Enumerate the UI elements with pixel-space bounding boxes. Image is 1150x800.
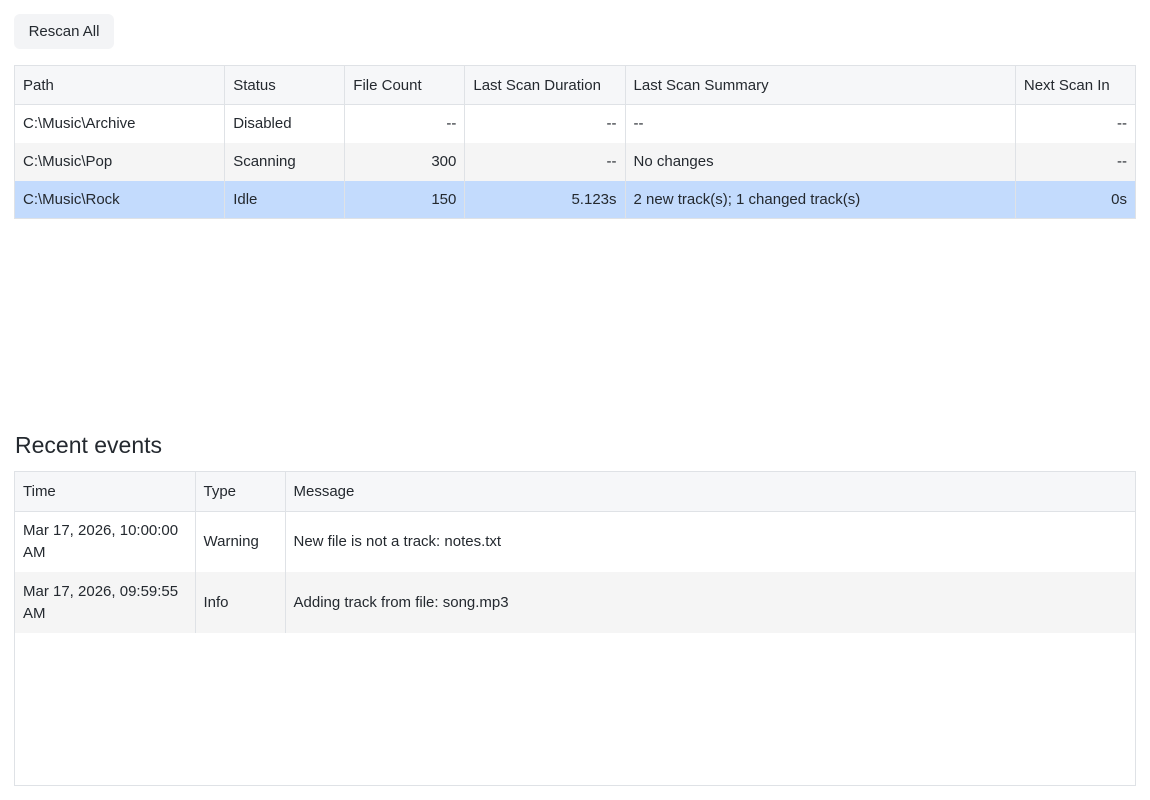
library-last-scan-summary: -- <box>624 104 1016 143</box>
column-header-path[interactable]: Path <box>14 65 225 105</box>
library-last-scan-summary: No changes <box>624 142 1016 181</box>
event-message: Adding track from file: song.mp3 <box>284 572 1135 633</box>
column-header-type[interactable]: Type <box>194 472 285 512</box>
event-message: New file is not a track: notes.txt <box>284 511 1135 572</box>
library-last-scan-duration: -- <box>464 104 626 143</box>
library-status: Idle <box>224 180 345 219</box>
library-file-count: 150 <box>344 180 465 219</box>
events-panel[interactable]: Time Type Message Mar 17, 2026, 10:00:00… <box>14 471 1136 786</box>
column-header-file-count[interactable]: File Count <box>344 65 465 105</box>
library-row-selected[interactable]: C:\Music\Rock Idle 150 5.123s 2 new trac… <box>14 180 1136 219</box>
library-row[interactable]: C:\Music\Archive Disabled -- -- -- -- <box>15 104 1136 143</box>
event-type: Warning <box>194 511 285 572</box>
library-status: Disabled <box>224 104 345 143</box>
event-type: Info <box>194 572 285 633</box>
events-table: Time Type Message Mar 17, 2026, 10:00:00… <box>15 472 1135 633</box>
library-last-scan-duration: 5.123s <box>464 180 626 219</box>
library-last-scan-summary: 2 new track(s); 1 changed track(s) <box>624 180 1016 219</box>
rescan-all-button[interactable]: Rescan All <box>14 14 114 49</box>
column-header-next-scan-in[interactable]: Next Scan In <box>1014 65 1136 105</box>
library-file-count: -- <box>344 104 465 143</box>
library-path: C:\Music\Rock <box>14 180 225 219</box>
library-next-scan-in: 0s <box>1014 180 1136 219</box>
library-file-count: 300 <box>344 142 465 181</box>
column-header-last-scan-duration[interactable]: Last Scan Duration <box>464 65 626 105</box>
library-path: C:\Music\Archive <box>23 115 136 133</box>
column-header-status[interactable]: Status <box>224 65 345 105</box>
library-next-scan-in: -- <box>1014 104 1136 143</box>
library-row[interactable]: C:\Music\Pop Scanning 300 -- No changes … <box>14 142 1136 181</box>
column-header-time[interactable]: Time <box>15 472 195 512</box>
event-row[interactable]: Mar 17, 2026, 10:00:00 AM Warning New fi… <box>15 511 1135 572</box>
event-time: Mar 17, 2026, 10:00:00 AM <box>23 521 179 561</box>
library-last-scan-duration: -- <box>464 142 626 181</box>
library-next-scan-in: -- <box>1014 142 1136 181</box>
recent-events-heading: Recent events <box>15 432 163 458</box>
libraries-table: Path Status File Count Last Scan Duratio… <box>14 65 1136 219</box>
event-time: Mar 17, 2026, 09:59:55 AM <box>15 572 195 633</box>
event-row[interactable]: Mar 17, 2026, 09:59:55 AM Info Adding tr… <box>15 572 1135 633</box>
column-header-last-scan-summary[interactable]: Last Scan Summary <box>624 65 1016 105</box>
library-path: C:\Music\Pop <box>14 142 225 181</box>
library-status: Scanning <box>224 142 345 181</box>
libraries-header-row: Path Status File Count Last Scan Duratio… <box>14 65 1136 105</box>
events-header-row: Time Type Message <box>15 472 1135 512</box>
column-header-message[interactable]: Message <box>284 472 1135 512</box>
